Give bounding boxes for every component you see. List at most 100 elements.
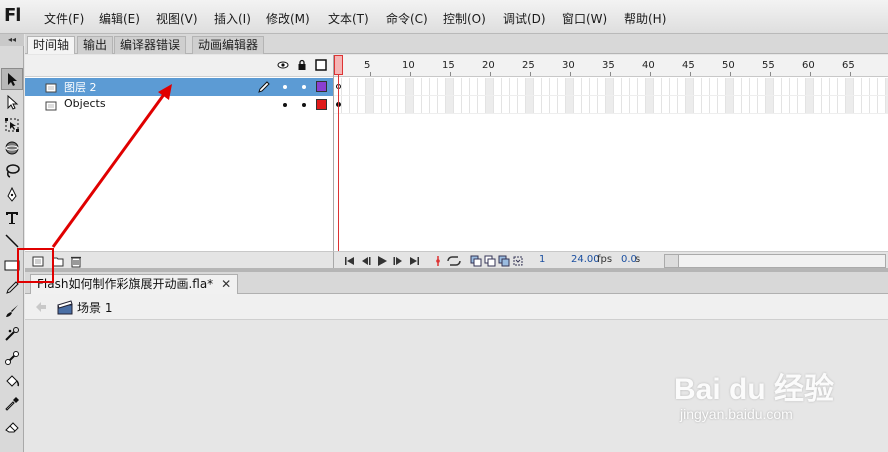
ruler-number: 10 <box>402 60 415 71</box>
bone-icon <box>5 351 19 365</box>
layer-row[interactable]: Objects <box>25 96 333 114</box>
ruler-number: 60 <box>802 60 815 71</box>
eraser-icon <box>5 422 19 433</box>
scene-label[interactable]: 场景 1 <box>77 299 112 316</box>
layer-color-swatch[interactable] <box>316 81 327 92</box>
tab-output[interactable]: 输出 <box>77 36 114 54</box>
brush-tool[interactable] <box>1 300 23 322</box>
lasso-tool[interactable] <box>1 160 23 182</box>
menu-modify[interactable]: 修改(M) <box>266 10 310 27</box>
ruler-number: 55 <box>762 60 775 71</box>
step-forward-icon[interactable] <box>392 255 404 267</box>
baidu-jingyan-watermark: Bai du 经验 jingyan.baidu.com <box>670 360 880 440</box>
annotation-highlight-box <box>17 248 54 283</box>
fps-unit: fps <box>597 254 613 265</box>
back-arrow-icon[interactable] <box>33 299 49 315</box>
ruler-tick <box>810 72 811 76</box>
playhead[interactable] <box>334 55 343 75</box>
brush-icon <box>6 305 18 317</box>
ruler-tick <box>530 72 531 76</box>
play-icon[interactable] <box>376 255 388 267</box>
layer-name: 图层 2 <box>64 81 97 94</box>
tab-timeline[interactable]: 时间轴 <box>27 36 76 54</box>
frame-ruler[interactable]: 1 5 10 15 20 25 30 35 40 45 50 55 60 65 <box>334 55 888 77</box>
ruler-number: 40 <box>642 60 655 71</box>
3d-rotation-tool[interactable] <box>1 137 23 159</box>
onion-skin-icon[interactable] <box>470 255 482 267</box>
lock-icon[interactable] <box>296 59 308 71</box>
layer-row[interactable]: 图层 2 <box>25 78 333 96</box>
ruler-number: 65 <box>842 60 855 71</box>
menu-file[interactable]: 文件(F) <box>44 10 84 27</box>
bone-tool[interactable] <box>1 347 23 369</box>
step-back-icon[interactable] <box>360 255 372 267</box>
modify-onion-markers-icon[interactable] <box>512 255 524 267</box>
layer-name: Objects <box>64 97 106 110</box>
onion-outline-icon[interactable] <box>484 255 496 267</box>
eyedropper-icon <box>5 397 19 411</box>
document-tab-bar: Flash如何制作彩旗展开动画.fla* ✕ <box>25 272 888 294</box>
fps-value[interactable]: 24.00 <box>571 254 600 265</box>
subselection-tool[interactable] <box>1 91 23 113</box>
ruler-tick <box>570 72 571 76</box>
last-frame-icon[interactable] <box>408 255 420 267</box>
document-tab[interactable]: Flash如何制作彩旗展开动画.fla* ✕ <box>30 274 239 294</box>
lock-dot[interactable] <box>302 85 306 89</box>
menu-edit[interactable]: 编辑(E) <box>99 10 140 27</box>
menu-window[interactable]: 窗口(W) <box>562 10 607 27</box>
ruler-tick <box>490 72 491 76</box>
menu-debug[interactable]: 调试(D) <box>503 10 546 27</box>
menu-insert[interactable]: 插入(I) <box>214 10 251 27</box>
layer-list: 图层 2 Objects <box>25 78 333 248</box>
panel-tab-bar: 时间轴 输出 编译器错误 动画编辑器 <box>25 34 888 54</box>
menu-text[interactable]: 文本(T) <box>328 10 369 27</box>
layer-color-swatch[interactable] <box>316 99 327 110</box>
time-unit: s <box>635 254 641 265</box>
eyedropper-tool[interactable] <box>1 393 23 415</box>
ruler-tick <box>370 72 371 76</box>
menu-commands[interactable]: 命令(C) <box>386 10 428 27</box>
timeline-horizontal-scrollbar[interactable] <box>664 254 886 268</box>
trash-icon[interactable] <box>69 254 83 268</box>
deco-tool[interactable] <box>1 323 23 345</box>
paint-bucket-tool[interactable] <box>1 370 23 392</box>
frame-row[interactable] <box>334 78 888 96</box>
ruler-tick <box>450 72 451 76</box>
line-icon <box>5 234 19 248</box>
current-frame-value[interactable]: 1 <box>539 254 545 265</box>
menu-control[interactable]: 控制(O) <box>443 10 486 27</box>
eraser-tool[interactable] <box>1 416 23 438</box>
lock-dot[interactable] <box>302 103 306 107</box>
edit-multiple-frames-icon[interactable] <box>498 255 510 267</box>
collapse-toolbar-button[interactable]: ◂◂ <box>0 34 24 46</box>
loop-icon[interactable] <box>446 255 462 267</box>
ruler-tick <box>650 72 651 76</box>
selection-icon <box>8 73 17 86</box>
playhead-line <box>338 75 339 251</box>
frame-row[interactable] <box>334 96 888 114</box>
ruler-number: 35 <box>602 60 615 71</box>
lasso-icon <box>6 164 20 178</box>
deco-icon <box>5 327 19 341</box>
close-icon[interactable]: ✕ <box>221 275 231 294</box>
selection-tool[interactable] <box>1 68 23 90</box>
breadcrumb: 场景 1 <box>25 294 888 320</box>
tab-motion-editor[interactable]: 动画编辑器 <box>192 36 265 54</box>
eye-icon[interactable] <box>277 59 289 71</box>
visibility-dot[interactable] <box>283 85 287 89</box>
ruler-number: 45 <box>682 60 695 71</box>
visibility-dot[interactable] <box>283 103 287 107</box>
menu-bar: Fl 文件(F) 编辑(E) 视图(V) 插入(I) 修改(M) 文本(T) 命… <box>0 0 888 34</box>
menu-view[interactable]: 视图(V) <box>156 10 198 27</box>
center-frame-icon[interactable] <box>432 255 444 267</box>
outline-icon[interactable] <box>315 59 327 71</box>
menu-help[interactable]: 帮助(H) <box>624 10 666 27</box>
frame-area[interactable]: 1 5 10 15 20 25 30 35 40 45 50 55 60 65 <box>333 55 888 251</box>
first-frame-icon[interactable] <box>344 255 356 267</box>
free-transform-tool[interactable] <box>1 114 23 136</box>
text-tool[interactable] <box>1 207 23 229</box>
pen-tool[interactable] <box>1 184 23 206</box>
scroll-left-arrow[interactable] <box>665 255 679 267</box>
pencil-icon <box>258 81 270 93</box>
tab-compiler-errors[interactable]: 编译器错误 <box>114 36 187 54</box>
